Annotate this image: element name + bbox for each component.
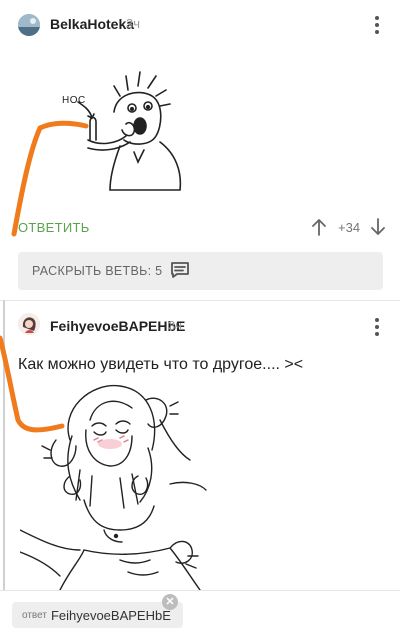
comments-icon	[170, 261, 190, 282]
avatar[interactable]	[18, 313, 40, 335]
comment-image[interactable]	[19, 380, 270, 591]
reply-button[interactable]: ОТВЕТИТЬ	[18, 220, 90, 235]
expand-branch-label: РАСКРЫТЬ ВЕТВЬ: 5	[32, 264, 163, 278]
vote-up-icon[interactable]	[311, 217, 327, 242]
comment-image[interactable]: НОС	[60, 66, 210, 206]
divider	[0, 300, 400, 301]
expand-branch-button[interactable]: РАСКРЫТЬ ВЕТВЬ: 5	[18, 252, 383, 290]
rating-count: +34	[338, 220, 361, 235]
comment-time: 3ч	[126, 16, 141, 31]
comment-text: Как можно увидеть что то другое.... ><	[18, 356, 304, 373]
more-icon[interactable]	[375, 318, 379, 336]
vote-down-icon[interactable]	[370, 217, 386, 242]
divider	[0, 590, 400, 591]
thread-line[interactable]	[3, 300, 5, 590]
more-icon[interactable]	[375, 16, 379, 34]
reply-to-chip[interactable]: ответ FeihyevoeBAPEHbE	[12, 602, 183, 628]
author-name[interactable]: BelkaHoteka	[50, 16, 134, 32]
close-icon[interactable]: ✕	[162, 594, 178, 610]
image-label: НОС	[62, 95, 86, 106]
author-name[interactable]: FeihyevoeBAPEHbE	[50, 318, 185, 334]
reply-to-name: FeihyevoeBAPEHbE	[50, 607, 171, 623]
reply-to-prefix: ответ	[22, 609, 47, 621]
comment-time: 3ч	[168, 318, 183, 333]
avatar[interactable]	[18, 14, 40, 36]
